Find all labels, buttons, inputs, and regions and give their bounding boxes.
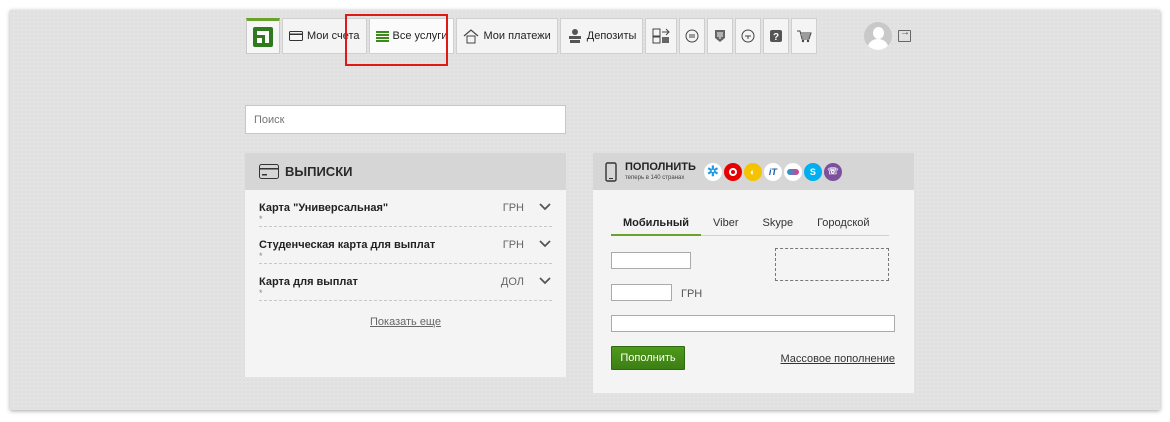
chevron-down-icon[interactable] <box>538 238 552 250</box>
tab-landline[interactable]: Городской <box>805 209 881 235</box>
viber-icon: ☏ <box>823 162 842 181</box>
account-row[interactable]: Карта "Универсальная" * ГРН <box>259 190 552 227</box>
tab-viber[interactable]: Viber <box>701 209 750 235</box>
search-input[interactable] <box>245 105 566 134</box>
topup-title-block: ПОПОЛНИТЬ теперь в 140 странах <box>625 161 696 182</box>
operator-info-box <box>775 248 889 281</box>
home-icon <box>463 28 479 44</box>
help-icon: ? <box>770 30 783 43</box>
tab-clock[interactable] <box>735 18 762 54</box>
account-row[interactable]: Студенческая карта для выплат * ГРН <box>259 227 552 264</box>
account-currency: ДОЛ <box>500 276 524 288</box>
exchange-icon <box>685 29 699 43</box>
user-avatar[interactable] <box>864 22 892 50</box>
account-currency: ГРН <box>502 202 524 214</box>
logout-icon[interactable] <box>898 27 911 42</box>
amount-currency: ГРН <box>681 288 703 300</box>
tab-deposits[interactable]: Депозиты <box>559 18 644 54</box>
topup-tabs: Мобильный Viber Skype Городской <box>611 209 889 236</box>
lifecell-icon: ◐ <box>743 162 762 181</box>
show-more-link[interactable]: Показать еще <box>245 316 566 328</box>
top-nav: Мои счета Все услуги Мои платежи Депозит… <box>246 18 818 54</box>
tab-help[interactable]: ? <box>763 18 790 54</box>
highlight-box <box>345 14 448 66</box>
card-icon <box>289 31 303 41</box>
account-mask: * <box>259 288 263 298</box>
topup-panel: ПОПОЛНИТЬ теперь в 140 странах ✲ ◐ iT S … <box>593 153 914 393</box>
app-frame <box>10 10 1160 410</box>
privatbank-logo[interactable] <box>246 18 280 54</box>
statements-header: ВЫПИСКИ <box>245 153 566 190</box>
kyivstar-icon: ✲ <box>703 162 722 181</box>
card-select-field[interactable] <box>611 315 895 332</box>
statements-title: ВЫПИСКИ <box>285 164 353 179</box>
account-mask: * <box>259 251 263 261</box>
logo-mark-icon <box>253 27 273 47</box>
tab-exchange[interactable] <box>679 18 706 54</box>
tab-cart[interactable] <box>791 18 818 54</box>
topup-header: ПОПОЛНИТЬ теперь в 140 странах ✲ ◐ iT S … <box>593 153 914 190</box>
vodafone-icon <box>723 162 742 181</box>
svg-text:?: ? <box>773 32 779 43</box>
skype-icon: S <box>803 162 822 181</box>
account-currency: ГРН <box>502 239 524 251</box>
transfer-icon <box>652 28 671 44</box>
amount-input[interactable] <box>611 284 672 301</box>
topup-subtitle: теперь в 140 странах <box>625 175 685 181</box>
tab-transfer[interactable] <box>645 18 678 54</box>
clock-icon <box>741 29 755 43</box>
tab-mobile[interactable]: Мобильный <box>611 209 701 236</box>
statements-panel: ВЫПИСКИ Карта "Универсальная" * ГРН Студ… <box>245 153 566 377</box>
tab-label: Мои платежи <box>483 30 551 42</box>
operator-logos: ✲ ◐ iT S ☏ <box>703 162 842 181</box>
coins-icon <box>567 28 583 44</box>
mass-topup-link[interactable]: Массовое пополнение <box>780 353 895 365</box>
cart-icon <box>797 30 813 43</box>
trimob-icon <box>783 162 802 181</box>
tab-my-payments[interactable]: Мои платежи <box>456 18 558 54</box>
account-name: Карта для выплат <box>259 276 358 288</box>
tab-label: Депозиты <box>586 30 637 42</box>
account-mask: * <box>259 214 263 224</box>
tab-skype[interactable]: Skype <box>750 209 805 235</box>
phone-icon <box>605 161 617 182</box>
topup-button[interactable]: Пополнить <box>611 346 685 370</box>
intertelecom-icon: iT <box>763 162 782 181</box>
chevron-down-icon[interactable] <box>538 201 552 213</box>
emblem-icon <box>715 30 726 42</box>
account-row[interactable]: Карта для выплат * ДОЛ <box>259 264 552 301</box>
topup-title: ПОПОЛНИТЬ <box>625 161 696 173</box>
card-icon <box>259 164 279 179</box>
account-name: Карта "Универсальная" <box>259 202 389 214</box>
chevron-down-icon[interactable] <box>538 275 552 287</box>
account-name: Студенческая карта для выплат <box>259 239 436 251</box>
tab-emblem[interactable] <box>707 18 734 54</box>
phone-number-input[interactable] <box>611 252 691 269</box>
